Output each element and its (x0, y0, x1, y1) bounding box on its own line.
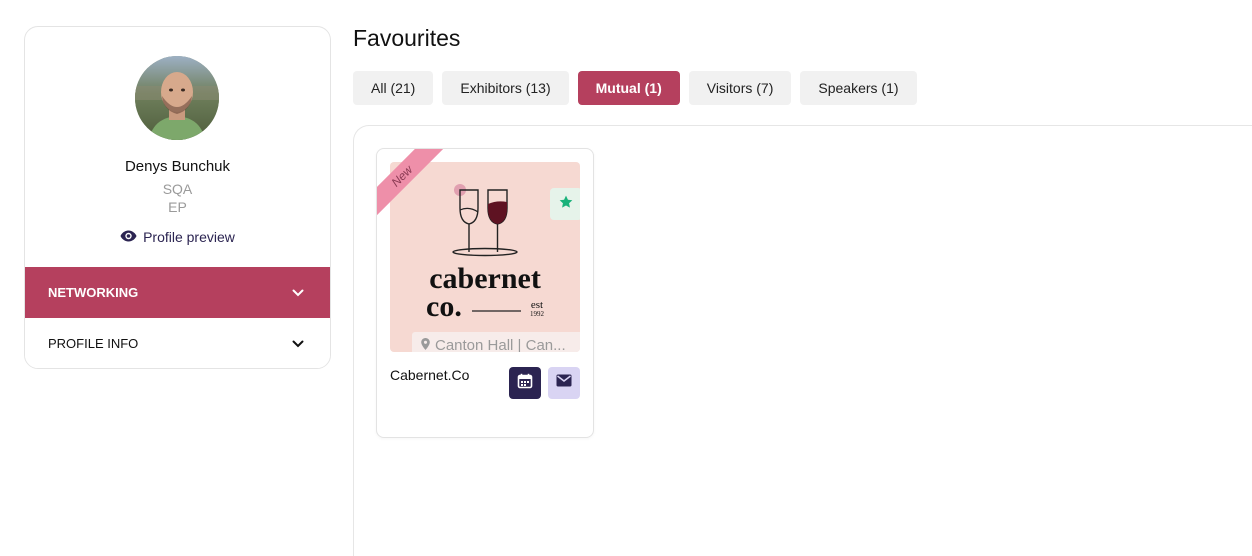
new-ribbon-label: New (377, 149, 448, 222)
page-title: Favourites (353, 25, 461, 51)
profile-preview-label: Profile preview (143, 229, 235, 245)
tab-visitors[interactable]: Visitors (7) (688, 71, 792, 105)
user-name: Denys Bunchuk (124, 158, 231, 175)
calendar-icon (517, 373, 533, 394)
menu-item-networking-label: NETWORKING (48, 285, 139, 300)
logo-text-year: 1992 (530, 310, 545, 318)
eye-icon (120, 229, 137, 245)
user-role: SQA (162, 181, 193, 197)
tab-mutual[interactable]: Mutual (1) (577, 71, 680, 105)
menu-item-profile-info-label: PROFILE INFO (48, 336, 139, 351)
user-organization: EP (168, 199, 187, 215)
profile-preview-link[interactable]: Profile preview (25, 229, 330, 245)
logo-text-co: co. (426, 290, 462, 323)
send-message-button[interactable] (548, 367, 580, 399)
avatar[interactable] (135, 56, 219, 140)
book-meeting-button[interactable] (509, 367, 541, 399)
tab-exhibitors[interactable]: Exhibitors (13) (442, 71, 569, 105)
menu-item-profile-info[interactable]: PROFILE INFO (25, 318, 330, 368)
chevron-down-icon (292, 285, 304, 300)
mail-icon (556, 374, 572, 392)
tab-all[interactable]: All (21) (353, 71, 434, 105)
chevron-down-icon (292, 336, 304, 351)
menu-item-networking[interactable]: NETWORKING (25, 267, 330, 318)
exhibitor-name[interactable]: Cabernet.Co (390, 367, 469, 383)
profile-sidebar: Denys Bunchuk SQA EP Profile preview NET… (24, 26, 331, 369)
favourites-tabs: All (21) Exhibitors (13) Mutual (1) Visi… (353, 71, 917, 105)
exhibitor-card[interactable]: Canton Hall | Can... cabernet co. est 19… (376, 148, 594, 438)
new-ribbon: New (377, 149, 457, 229)
tab-speakers[interactable]: Speakers (1) (800, 71, 917, 105)
